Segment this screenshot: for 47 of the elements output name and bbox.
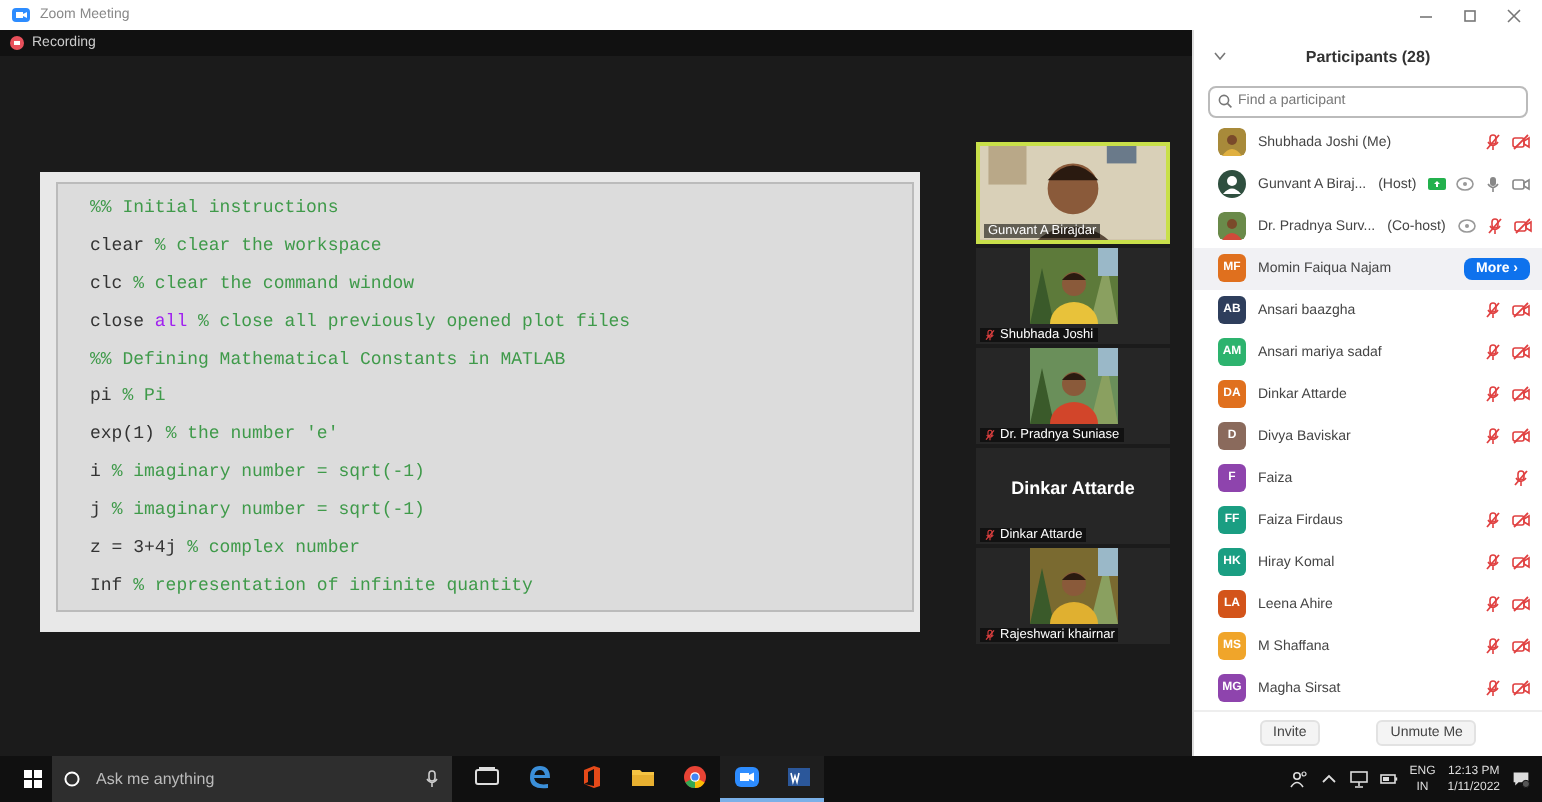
code-line: Inf % representation of infinite quantity <box>90 573 535 599</box>
task-view-icon[interactable] <box>473 764 499 790</box>
code-line: close all % close all previously opened plot files <box>90 309 633 335</box>
panel-title: Participants (28) <box>1305 47 1431 66</box>
video-camera-icon[interactable] <box>733 764 759 790</box>
video-off-icon[interactable] <box>1512 134 1530 151</box>
maximize-icon[interactable] <box>1462 7 1478 23</box>
close-icon[interactable] <box>1506 7 1522 23</box>
video-off-icon[interactable] <box>1512 680 1530 697</box>
video-off-icon[interactable] <box>1513 218 1532 235</box>
video-off-icon[interactable] <box>1512 428 1530 445</box>
chevron-down-icon[interactable] <box>1214 52 1226 61</box>
person-icon <box>1218 170 1246 199</box>
chrome-icon[interactable] <box>681 764 707 790</box>
video-camera-icon <box>12 8 30 22</box>
code-line: i % imaginary number = sqrt(-1) <box>90 460 427 486</box>
code-line: z = 3+4j % complex number <box>90 536 363 562</box>
code-line: clc % clear the command window <box>90 271 417 297</box>
battery-icon[interactable] <box>1379 770 1398 788</box>
windows-logo-icon[interactable] <box>23 770 41 788</box>
video-off-icon[interactable] <box>1512 344 1530 361</box>
folder-icon[interactable] <box>629 764 655 790</box>
notification-icon[interactable] <box>1512 770 1530 788</box>
code-line: %% Initial instructions <box>90 196 341 222</box>
microphone-icon[interactable] <box>424 770 440 788</box>
word-icon[interactable] <box>785 764 811 790</box>
video-off-icon[interactable] <box>1512 302 1530 319</box>
video-off-icon[interactable] <box>1512 386 1530 403</box>
code-line: j % imaginary number = sqrt(-1) <box>90 498 427 524</box>
people-icon[interactable] <box>1289 770 1308 788</box>
video-off-icon[interactable] <box>1512 596 1530 613</box>
record-icon <box>10 36 24 50</box>
code-line: %% Defining Mathematical Constants in MATLAB <box>90 347 568 373</box>
code-line: exp(1) % the number 'e' <box>90 422 341 448</box>
video-off-icon[interactable] <box>1512 512 1530 529</box>
search-circle-icon <box>64 770 80 788</box>
code-line: pi % Pi <box>90 384 168 411</box>
code-line: clear % clear the workspace <box>90 233 384 259</box>
video-off-icon[interactable] <box>1512 638 1530 655</box>
edge-icon[interactable] <box>525 764 551 790</box>
video-off-icon[interactable] <box>1512 554 1530 571</box>
network-icon[interactable] <box>1349 770 1368 788</box>
search-icon <box>1218 94 1232 109</box>
participant-name: Dinkar Attarde <box>1011 478 1135 498</box>
taskbar-search-box[interactable]: Ask me anything <box>52 756 452 802</box>
taskbar-search-field[interactable]: Ask me anything <box>92 768 412 790</box>
chevron-up-icon[interactable] <box>1319 770 1338 788</box>
